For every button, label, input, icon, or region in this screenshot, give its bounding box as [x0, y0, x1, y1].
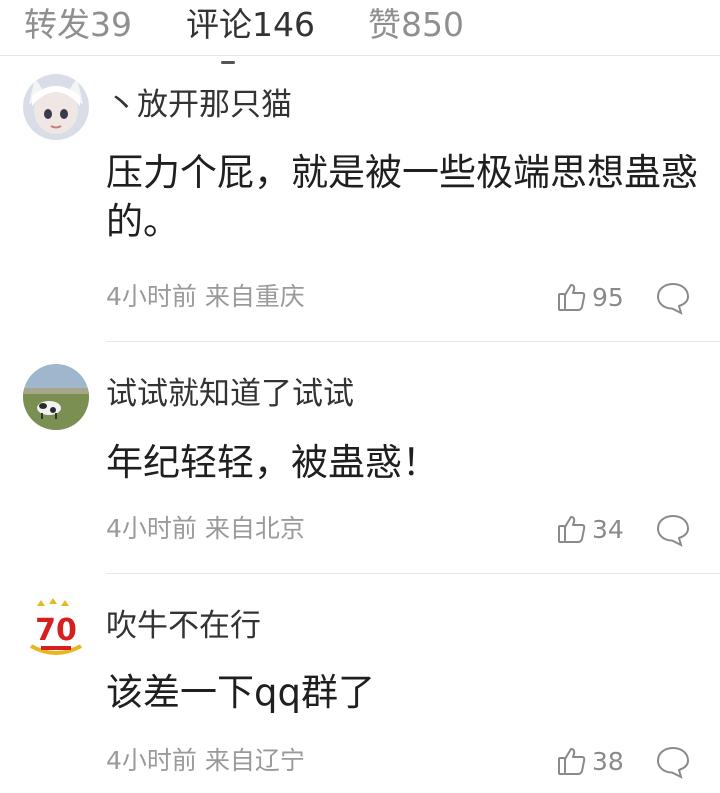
- comment-username[interactable]: 丶放开那只猫: [106, 85, 292, 125]
- comment-text: 年纪轻轻，被蛊惑！: [106, 441, 439, 484]
- comment-location: 来自辽宁: [204, 746, 305, 775]
- thumbs-up-icon: [556, 745, 588, 777]
- like-count: 34: [592, 514, 624, 544]
- tab-comments[interactable]: 评论146: [186, 4, 315, 46]
- comment-divider: [106, 341, 720, 342]
- comment-text: 压力个屁，就是被一些极端思想蛊惑的。: [106, 151, 698, 243]
- comment-username[interactable]: 吹牛不在行: [106, 606, 261, 646]
- comment-time: 4小时前: [106, 282, 197, 311]
- comment-text: 该差一下qq群了: [106, 671, 375, 714]
- comment-tabs: 转发39 评论146 赞850: [0, 0, 720, 56]
- reply-icon[interactable]: [655, 744, 691, 780]
- avatar[interactable]: [23, 364, 89, 430]
- comment-location: 来自北京: [204, 514, 305, 543]
- comment-meta: 4小时前 来自重庆: [106, 281, 305, 313]
- like-button[interactable]: 34: [556, 509, 624, 549]
- reply-icon[interactable]: [655, 280, 691, 316]
- avatar[interactable]: [23, 74, 89, 140]
- comment-meta: 4小时前 来自北京: [106, 513, 305, 545]
- comment-divider: [106, 573, 720, 574]
- like-count: 95: [592, 282, 624, 312]
- tab-likes[interactable]: 赞850: [368, 4, 464, 46]
- comment-location: 来自重庆: [204, 282, 305, 311]
- reply-icon[interactable]: [655, 512, 691, 548]
- like-button[interactable]: 95: [556, 277, 624, 317]
- comment-meta: 4小时前 来自辽宁: [106, 745, 305, 777]
- tab-reposts[interactable]: 转发39: [24, 4, 132, 46]
- comment-time: 4小时前: [106, 746, 197, 775]
- active-tab-indicator: [221, 61, 235, 64]
- comment-username[interactable]: 试试就知道了试试: [106, 374, 354, 414]
- comment-time: 4小时前: [106, 514, 197, 543]
- avatar[interactable]: 70: [23, 596, 89, 662]
- anniversary-logo-text: 70: [35, 613, 77, 648]
- thumbs-up-icon: [556, 513, 588, 545]
- thumbs-up-icon: [556, 281, 588, 313]
- like-button[interactable]: 38: [556, 741, 624, 781]
- like-count: 38: [592, 746, 624, 776]
